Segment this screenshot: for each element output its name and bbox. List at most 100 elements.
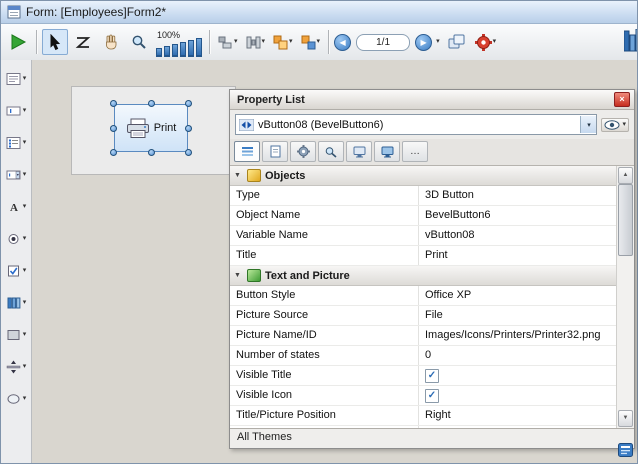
tool-combo-box[interactable]: ▾ — [1, 160, 31, 189]
tool-static-text[interactable]: A ▾ — [1, 192, 31, 221]
property-tab-display[interactable] — [346, 141, 372, 162]
property-tab-page[interactable] — [262, 141, 288, 162]
tool-splitter[interactable]: ▾ — [1, 352, 31, 381]
page-menu-dropdown[interactable]: ▾ — [436, 38, 440, 46]
selection-handle[interactable] — [110, 149, 117, 156]
property-tab-settings[interactable] — [290, 141, 316, 162]
close-panel-button[interactable]: × — [614, 92, 630, 107]
dropdown-arrow-icon[interactable]: ▾ — [317, 38, 321, 46]
window-titlebar[interactable]: Form: [Employees]Form2* — [1, 1, 637, 24]
tool-checkbox[interactable]: ▾ — [1, 256, 31, 285]
dropdown-arrow-icon[interactable]: ▾ — [23, 235, 27, 243]
dropdown-arrow-icon[interactable]: ▾ — [234, 38, 238, 46]
clipped-toolbar-icon[interactable] — [624, 29, 637, 55]
zoom-bar[interactable] — [172, 44, 178, 57]
zoom-bar[interactable] — [196, 38, 202, 57]
selected-object[interactable]: Print — [114, 104, 188, 152]
next-page-button[interactable]: ▶ — [415, 34, 432, 51]
dropdown-arrow-icon[interactable]: ▾ — [23, 331, 27, 339]
selection-handle[interactable] — [148, 149, 155, 156]
entry-order-icon — [75, 35, 91, 50]
selection-handle[interactable] — [185, 100, 192, 107]
property-value[interactable]: BevelButton6 — [419, 206, 616, 225]
object-dropdown-button[interactable]: ▾ — [580, 116, 596, 133]
dropdown-arrow-icon[interactable]: ▾ — [23, 395, 27, 403]
property-value[interactable]: Office XP — [419, 286, 616, 305]
property-value[interactable]: File — [419, 306, 616, 325]
property-value[interactable]: Images/Icons/Printers/Printer32.png — [419, 326, 616, 345]
dropdown-arrow-icon[interactable]: ▾ — [23, 267, 27, 275]
dropdown-arrow-icon[interactable]: ▾ — [23, 75, 27, 83]
corner-form-mode-icon[interactable] — [618, 443, 633, 460]
view-options-button[interactable]: ▾ — [601, 118, 629, 132]
property-value[interactable]: vButton08 — [419, 226, 616, 245]
property-value[interactable]: 0 — [419, 346, 616, 365]
property-list-titlebar[interactable]: Property List × — [230, 90, 634, 110]
dropdown-arrow-icon[interactable]: ▾ — [23, 363, 27, 371]
tool-button-grid[interactable]: ▾ — [1, 288, 31, 317]
scroll-thumb[interactable] — [618, 184, 633, 256]
property-name: Object Name — [230, 206, 419, 225]
selection-handle[interactable] — [185, 149, 192, 156]
selection-handle[interactable] — [110, 125, 117, 132]
zoom-bar[interactable] — [156, 48, 162, 57]
distribute-tool-button[interactable]: ▾ — [243, 32, 269, 53]
property-value[interactable]: Print — [419, 246, 616, 265]
selection-handle[interactable] — [185, 125, 192, 132]
property-section-header[interactable]: ▼Objects — [230, 166, 616, 186]
property-tab-more[interactable]: … — [402, 141, 428, 162]
zoom-bar[interactable] — [180, 42, 186, 57]
property-tab-events[interactable] — [318, 141, 344, 162]
property-tab-all[interactable] — [234, 141, 260, 162]
form-page[interactable]: Print — [71, 86, 236, 175]
selection-handle[interactable] — [148, 100, 155, 107]
collapse-triangle-icon[interactable]: ▼ — [234, 272, 243, 279]
property-value[interactable]: 3D Button — [419, 186, 616, 205]
selection-handle[interactable] — [110, 100, 117, 107]
hand-tool-button[interactable] — [98, 29, 124, 55]
dropdown-arrow-icon[interactable]: ▾ — [289, 38, 293, 46]
tool-oval[interactable]: ▾ — [1, 384, 31, 413]
object-selector-dropdown[interactable]: vButton08 (BevelButton6) ▾ — [235, 114, 597, 135]
property-scrollbar[interactable]: ▲ ▼ — [616, 166, 634, 428]
tool-text-area[interactable]: ▾ — [1, 64, 31, 93]
dropdown-arrow-icon[interactable]: ▾ — [23, 139, 27, 147]
themes-footer[interactable]: All Themes — [230, 428, 634, 448]
duplicate-tool-button[interactable]: ▾ — [298, 32, 324, 53]
dropdown-arrow-icon[interactable]: ▾ — [622, 121, 626, 129]
entry-order-tool-button[interactable] — [70, 29, 96, 55]
zoom-preset-bars[interactable] — [156, 40, 202, 57]
scroll-down-button[interactable]: ▼ — [618, 410, 633, 427]
property-section-header[interactable]: ▼Text and Picture — [230, 266, 616, 286]
tool-rectangle[interactable]: ▾ — [1, 320, 31, 349]
property-tab-appearance[interactable] — [374, 141, 400, 162]
form-properties-button[interactable]: ▾ — [472, 31, 500, 54]
checkbox[interactable]: ✓ — [425, 389, 439, 403]
dropdown-arrow-icon[interactable]: ▾ — [23, 299, 27, 307]
property-value[interactable]: Right — [419, 406, 616, 425]
tool-radio-button[interactable]: ▾ — [1, 224, 31, 253]
windows-button[interactable] — [444, 29, 470, 55]
checkbox[interactable]: ✓ — [425, 369, 439, 383]
property-value[interactable]: ✓ — [419, 386, 616, 405]
previous-page-button[interactable]: ◀ — [334, 34, 351, 51]
dropdown-arrow-icon[interactable]: ▾ — [23, 107, 27, 115]
dropdown-arrow-icon[interactable]: ▾ — [262, 38, 266, 46]
dropdown-arrow-icon[interactable]: ▾ — [23, 171, 27, 179]
execute-form-button[interactable] — [5, 29, 31, 55]
zoom-bar[interactable] — [164, 46, 170, 57]
zoom-bar[interactable] — [188, 40, 194, 57]
collapse-triangle-icon[interactable]: ▼ — [234, 172, 243, 179]
pointer-tool-button[interactable] — [42, 29, 68, 55]
level-tool-button[interactable]: ▾ — [270, 32, 296, 53]
zoom-tool-button[interactable] — [126, 29, 152, 55]
ellipsis-icon: … — [410, 146, 420, 157]
property-value[interactable]: ✓ — [419, 366, 616, 385]
tool-hierarchical-list[interactable]: ▾ — [1, 128, 31, 157]
dropdown-arrow-icon[interactable]: ▾ — [493, 38, 497, 46]
align-tool-button[interactable]: ▾ — [215, 32, 241, 53]
print-button-object[interactable]: Print — [114, 104, 188, 152]
dropdown-arrow-icon[interactable]: ▾ — [23, 203, 27, 211]
scroll-up-button[interactable]: ▲ — [618, 167, 633, 184]
tool-input-field[interactable]: ▾ — [1, 96, 31, 125]
